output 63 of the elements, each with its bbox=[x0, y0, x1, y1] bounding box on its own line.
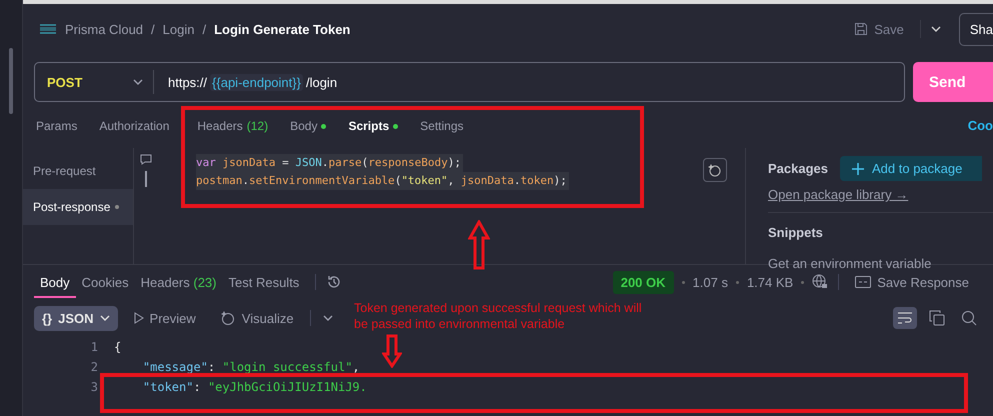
visualize-icon bbox=[220, 310, 236, 326]
breadcrumb-separator: / bbox=[202, 22, 206, 36]
play-icon bbox=[134, 312, 144, 324]
format-dropdown[interactable]: {} JSON bbox=[34, 306, 118, 330]
request-tab[interactable]: Authorization bbox=[92, 113, 176, 137]
scrollbar-thumb[interactable] bbox=[9, 48, 13, 114]
save-button[interactable]: Save bbox=[846, 22, 912, 36]
chevron-icon bbox=[100, 315, 110, 321]
search-icon bbox=[961, 310, 977, 326]
plus-icon bbox=[852, 162, 864, 174]
snippet-item[interactable]: Get an environment variable bbox=[768, 256, 993, 271]
cookies-link[interactable]: Coo bbox=[968, 118, 993, 132]
request-tab[interactable]: Headers (12) bbox=[190, 113, 276, 137]
chevron-icon bbox=[133, 79, 143, 85]
script-editor[interactable]: var jsonData = JSON.parse(responseBody); postman.setEnvironmentVariable("token", jsonData.token); bbox=[158, 148, 569, 264]
save-response-button[interactable]: Save Response bbox=[849, 274, 975, 290]
method-dropdown[interactable]: POST bbox=[35, 70, 154, 94]
response-time: 1.07 s bbox=[692, 274, 728, 290]
visualize-button[interactable]: Visualize bbox=[212, 306, 302, 330]
code-line: { bbox=[114, 339, 122, 356]
send-button[interactable]: Send bbox=[913, 62, 993, 102]
breadcrumb-link[interactable]: Login bbox=[162, 22, 194, 36]
down-arrow bbox=[382, 334, 402, 368]
script-tab[interactable]: Post-response bbox=[23, 189, 133, 225]
response-tab[interactable]: Cookies bbox=[76, 266, 135, 298]
save-icon bbox=[855, 276, 872, 288]
wrap-lines-button[interactable] bbox=[893, 307, 917, 329]
http-icon bbox=[39, 22, 57, 36]
line-number: 3 bbox=[90, 379, 99, 396]
response-size: 1.74 KB bbox=[746, 274, 794, 290]
response-tab[interactable]: Body bbox=[34, 266, 76, 298]
status-badge: 200 OK bbox=[612, 270, 674, 294]
request-tab[interactable]: Body bbox=[283, 113, 334, 137]
code-line: "message": "login successful", bbox=[142, 359, 360, 376]
ai-assist-button[interactable] bbox=[703, 158, 727, 182]
request-title: Login Generate Token bbox=[214, 22, 350, 36]
save-icon bbox=[854, 22, 868, 36]
package-library-link[interactable]: Open package library → bbox=[768, 187, 993, 202]
breadcrumb-separator: / bbox=[151, 22, 155, 36]
comment-icon[interactable] bbox=[140, 154, 152, 165]
line-number: 2 bbox=[90, 359, 99, 376]
response-tab[interactable]: Test Results bbox=[222, 266, 306, 298]
share-button[interactable]: Sha bbox=[958, 12, 993, 46]
chevron-icon bbox=[322, 315, 333, 321]
breadcrumb-link[interactable]: Prisma Cloud bbox=[65, 22, 144, 36]
up-arrow bbox=[468, 220, 490, 270]
chevron-icon bbox=[930, 26, 941, 32]
request-tab[interactable]: Scripts bbox=[341, 113, 406, 137]
wrap-icon bbox=[897, 311, 913, 325]
code-line: "token": "eyJhbGciOiJIUzI1NiJ9. bbox=[142, 379, 367, 396]
snippets-heading: Snippets bbox=[768, 225, 824, 240]
annotation-note: Token generated upon successful request which will be passed into environmental variable bbox=[354, 300, 643, 332]
history-icon[interactable] bbox=[326, 274, 342, 290]
request-tab[interactable]: Settings bbox=[413, 113, 470, 137]
preview-button[interactable]: Preview bbox=[126, 306, 204, 330]
response-tab[interactable]: Headers (23) bbox=[134, 266, 222, 298]
script-tab[interactable]: Pre-request bbox=[23, 153, 133, 189]
copy-icon bbox=[929, 310, 945, 326]
packages-heading: Packages bbox=[768, 161, 828, 176]
line-number: 1 bbox=[90, 339, 99, 356]
add-package-button[interactable]: Add to package bbox=[840, 156, 982, 181]
request-tab[interactable]: Params bbox=[29, 113, 84, 137]
globe-icon[interactable] bbox=[812, 274, 828, 290]
